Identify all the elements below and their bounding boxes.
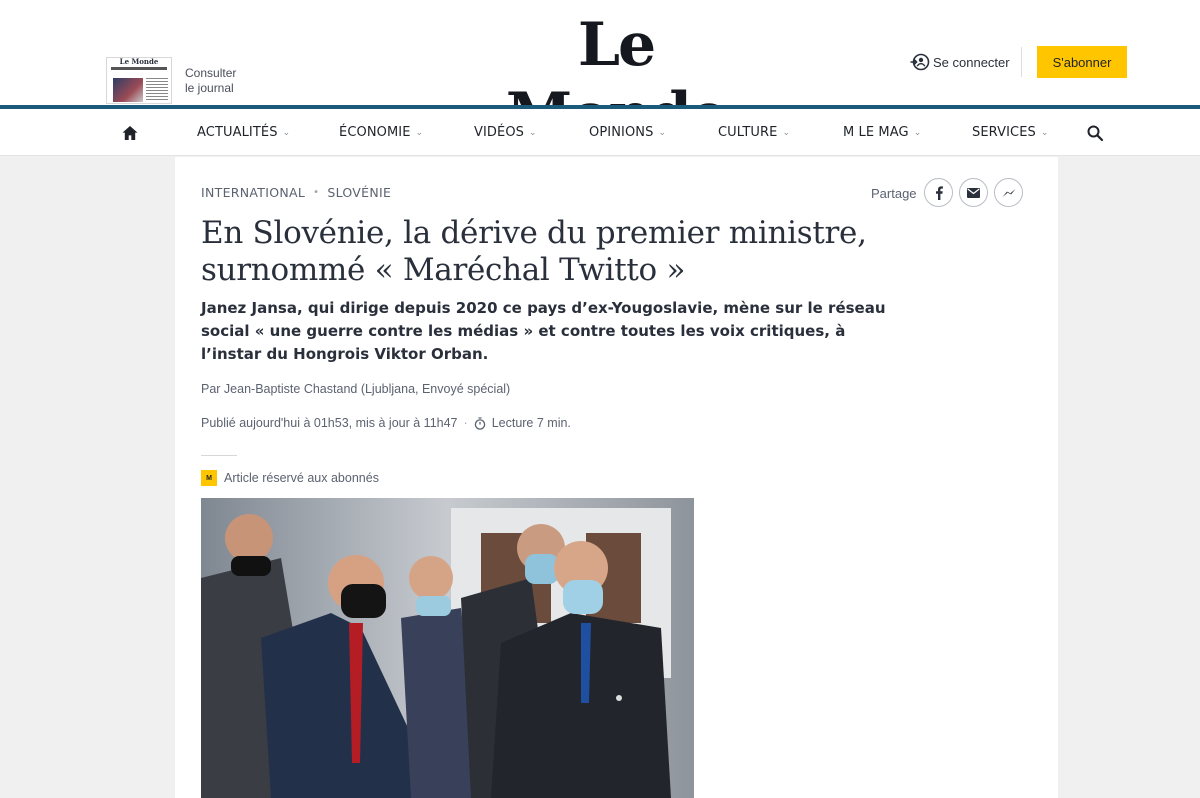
timer-icon bbox=[474, 416, 485, 430]
login-label: Se connecter bbox=[933, 54, 1010, 70]
breadcrumb-international[interactable]: INTERNATIONAL bbox=[201, 185, 305, 200]
nav-item-label: M LE MAG bbox=[843, 125, 909, 140]
article-description: Janez Jansa, qui dirige depuis 2020 ce p… bbox=[201, 299, 886, 363]
facebook-icon bbox=[935, 185, 943, 200]
chevron-down-icon: ⌄ bbox=[782, 127, 791, 138]
share-email-button[interactable] bbox=[959, 178, 988, 207]
nav-item-economie[interactable]: ÉCONOMIE ⌄ bbox=[339, 109, 423, 156]
chevron-down-icon: ⌄ bbox=[529, 127, 537, 138]
subscriber-badge-icon: M bbox=[201, 470, 217, 486]
article-title: En Slovénie, la dérive du premier minist… bbox=[201, 215, 901, 289]
header-divider bbox=[1021, 47, 1022, 77]
article-photo-image bbox=[201, 498, 694, 798]
meta-divider bbox=[201, 455, 237, 456]
newspaper-thumbnail-masthead: Le Monde bbox=[119, 57, 159, 66]
home-icon[interactable] bbox=[121, 124, 139, 142]
chevron-down-icon: ⌄ bbox=[1040, 127, 1049, 138]
chevron-down-icon: ⌄ bbox=[282, 127, 291, 138]
article-author: Par Jean-Baptiste Chastand (Ljubljana, E… bbox=[201, 382, 511, 396]
le-monde-logo[interactable]: Le Monde bbox=[490, 10, 742, 150]
subscriber-only-label: Article réservé aux abonnés bbox=[224, 471, 379, 485]
consult-line-1: Consulter bbox=[185, 66, 237, 80]
email-icon bbox=[967, 187, 980, 198]
article-title-line-1: En Slovénie, la dérive du premier minist… bbox=[201, 215, 867, 251]
subscribe-button[interactable]: S'abonner bbox=[1037, 46, 1127, 78]
search-icon[interactable] bbox=[1086, 124, 1104, 142]
chevron-down-icon: ⌄ bbox=[658, 127, 667, 138]
article-container: INTERNATIONAL • SLOVÉNIE Partage En Slov… bbox=[175, 157, 1058, 798]
nav-item-m-le-mag[interactable]: M LE MAG ⌄ bbox=[843, 109, 921, 156]
share-label: Partage bbox=[871, 186, 917, 201]
nav-item-videos[interactable]: VIDÉOS ⌄ bbox=[474, 109, 537, 156]
meta-separator: · bbox=[463, 416, 468, 430]
login-icon bbox=[910, 53, 930, 71]
main-nav: ACTUALITÉS ⌄ ÉCONOMIE ⌄ VIDÉOS ⌄ OPINIONS ⌄ … bbox=[0, 109, 1200, 156]
breadcrumb-slovenie[interactable]: SLOVÉNIE bbox=[327, 185, 391, 200]
nav-item-label: SERVICES bbox=[972, 125, 1036, 140]
consult-newspaper-link[interactable]: Consulter le journal bbox=[185, 66, 236, 96]
nav-item-label: OPINIONS bbox=[589, 125, 654, 140]
breadcrumb: INTERNATIONAL • SLOVÉNIE bbox=[201, 185, 391, 200]
nav-item-label: ACTUALITÉS bbox=[197, 125, 278, 140]
site-header: Le Monde Consulter le journal Le Monde S… bbox=[0, 0, 1200, 150]
newspaper-thumbnail[interactable]: Le Monde bbox=[106, 57, 172, 104]
article-photo[interactable] bbox=[201, 498, 694, 798]
publication-date: Publié aujourd'hui à 01h53, mis à jour à… bbox=[201, 416, 458, 430]
login-button[interactable]: Se connecter bbox=[910, 53, 1010, 71]
nav-item-culture[interactable]: CULTURE ⌄ bbox=[718, 109, 790, 156]
reading-time: Lecture 7 min. bbox=[491, 416, 571, 430]
chevron-down-icon: ⌄ bbox=[913, 127, 922, 138]
messenger-icon bbox=[1002, 188, 1015, 197]
nav-item-label: VIDÉOS bbox=[474, 125, 525, 140]
share-messenger-button[interactable] bbox=[994, 178, 1023, 207]
breadcrumb-separator: • bbox=[313, 187, 320, 198]
nav-item-actualites[interactable]: ACTUALITÉS ⌄ bbox=[197, 109, 290, 156]
nav-item-label: ÉCONOMIE bbox=[339, 125, 411, 140]
article-meta: Publié aujourd'hui à 01h53, mis à jour à… bbox=[201, 416, 571, 430]
consult-line-2: le journal bbox=[185, 81, 234, 95]
share-facebook-button[interactable] bbox=[924, 178, 953, 207]
nav-item-opinions[interactable]: OPINIONS ⌄ bbox=[589, 109, 666, 156]
nav-item-label: CULTURE bbox=[718, 125, 778, 140]
chevron-down-icon: ⌄ bbox=[415, 127, 424, 138]
nav-item-services[interactable]: SERVICES ⌄ bbox=[972, 109, 1049, 156]
article-title-line-2: surnommé « Maréchal Twitto » bbox=[201, 252, 686, 288]
subscriber-only-notice: M Article réservé aux abonnés bbox=[201, 470, 379, 486]
